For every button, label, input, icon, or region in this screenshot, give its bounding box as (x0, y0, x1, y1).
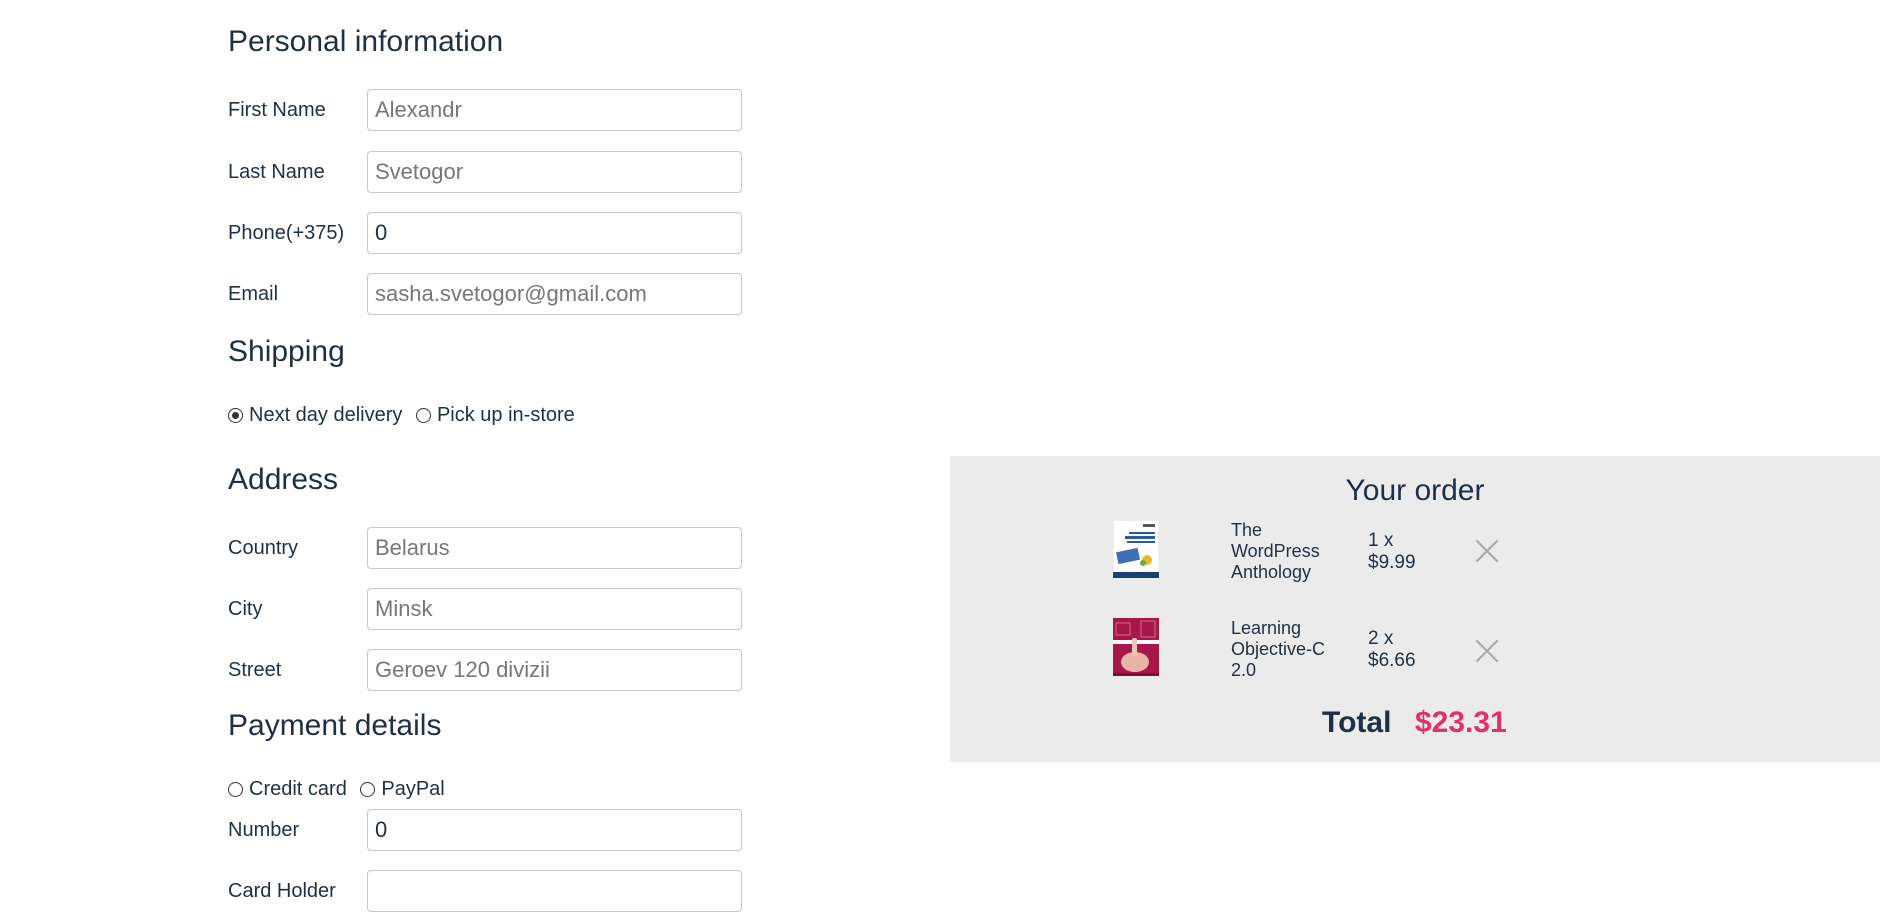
radio-empty-icon (228, 782, 243, 797)
phone-row: Phone(+375) (228, 212, 748, 254)
first-name-label: First Name (228, 99, 326, 121)
payment-paypal-label: PayPal (381, 778, 445, 800)
card-number-input[interactable] (367, 809, 742, 851)
order-item: Learning Objective-C 2.0 2 x $6.66 (950, 618, 1880, 680)
order-total-value: $23.31 (1415, 706, 1507, 739)
objective-c-cover-icon (1113, 618, 1159, 676)
shipping-options: Next day delivery Pick up in-store (228, 404, 583, 428)
order-item-quantity: 2 x $6.66 (1368, 628, 1416, 672)
card-holder-row: Card Holder (228, 870, 748, 912)
radio-selected-icon (228, 408, 243, 423)
phone-label: Phone(+375) (228, 222, 345, 244)
street-row: Street (228, 649, 748, 691)
order-heading: Your order (1345, 474, 1485, 507)
order-item: The WordPress Anthology 1 x $9.99 (950, 518, 1880, 582)
order-item-title: The WordPress Anthology (1231, 520, 1320, 582)
payment-heading: Payment details (228, 709, 442, 742)
card-holder-label: Card Holder (228, 880, 336, 902)
payment-credit-card-label: Credit card (249, 778, 347, 800)
order-item-qty: 1 x (1368, 530, 1394, 551)
street-input[interactable] (367, 649, 742, 691)
last-name-label: Last Name (228, 161, 325, 183)
country-row: Country (228, 527, 748, 569)
order-item-title: Learning Objective-C 2.0 (1231, 618, 1326, 680)
payment-options: Credit card PayPal (228, 778, 453, 802)
shipping-pickup-label: Pick up in-store (436, 404, 575, 426)
country-label: Country (228, 537, 299, 559)
card-number-row: Number (228, 809, 748, 851)
remove-item-close-icon[interactable] (1474, 638, 1500, 664)
radio-empty-icon (360, 782, 376, 797)
street-label: Street (228, 659, 282, 681)
shipping-next-day-label: Next day delivery (249, 404, 403, 426)
city-label: City (228, 598, 263, 620)
city-row: City (228, 588, 748, 630)
shipping-next-day-radio[interactable]: Next day delivery (228, 404, 402, 427)
phone-input[interactable] (367, 212, 742, 254)
shipping-pickup-radio[interactable]: Pick up in-store (415, 404, 575, 427)
last-name-row: Last Name (228, 151, 748, 193)
last-name-input[interactable] (367, 151, 742, 193)
order-item-price: $6.66 (1368, 650, 1416, 671)
email-label: Email (228, 283, 279, 305)
first-name-row: First Name (228, 89, 748, 131)
payment-credit-card-radio[interactable]: Credit card (228, 778, 347, 801)
radio-empty-icon (415, 408, 431, 423)
country-input[interactable] (367, 527, 742, 569)
personal-info-heading: Personal information (228, 25, 504, 58)
card-holder-input[interactable] (367, 870, 742, 912)
email-row: Email (228, 273, 748, 315)
card-number-label: Number (228, 819, 300, 841)
order-item-qty: 2 x (1368, 628, 1394, 649)
order-total-label: Total (1322, 706, 1392, 739)
order-item-price: $9.99 (1368, 552, 1416, 573)
city-input[interactable] (367, 588, 742, 630)
address-heading: Address (228, 463, 339, 496)
first-name-input[interactable] (367, 89, 742, 131)
wordpress-anthology-cover-icon (1113, 520, 1159, 578)
remove-item-close-icon[interactable] (1474, 538, 1500, 564)
email-input[interactable] (367, 273, 742, 315)
order-item-quantity: 1 x $9.99 (1368, 530, 1416, 574)
payment-paypal-radio[interactable]: PayPal (360, 778, 445, 801)
order-summary-panel: Your order The WordPress Anthology 1 x $… (950, 456, 1880, 762)
shipping-heading: Shipping (228, 335, 345, 368)
